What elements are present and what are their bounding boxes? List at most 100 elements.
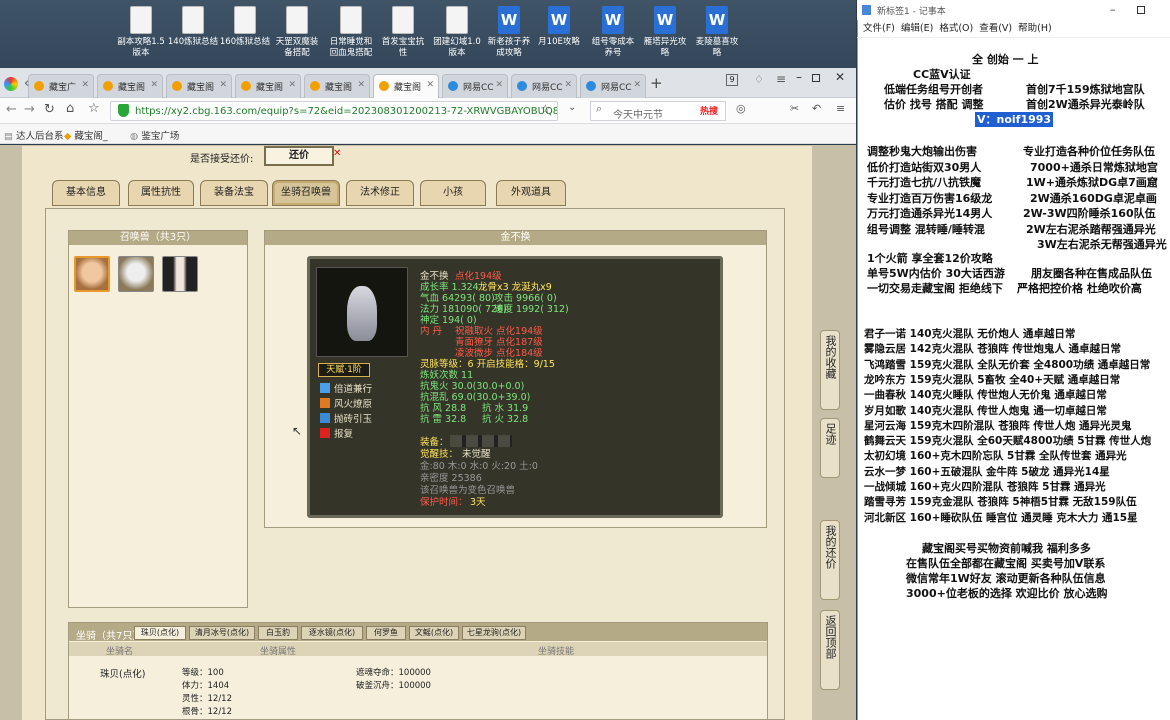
tab-close-icon[interactable]: ✕ [288,80,296,90]
close-x-icon: ✕ [333,148,342,159]
tab-close-icon[interactable]: ✕ [564,80,572,90]
browser-tab[interactable]: 藏宝阁 ✕ [304,74,370,98]
notepad-menu-item[interactable]: 文件(F) [863,23,895,34]
my-bargains-button[interactable]: 我的还价 [820,520,840,600]
tab-2[interactable]: 装备法宝 [200,180,268,206]
forward-button-icon[interactable]: → [24,102,35,117]
browser-tab[interactable]: 网易CC ✕ [580,74,646,98]
shirt-icon[interactable]: ♢ [754,73,764,86]
browser-tab[interactable]: 网易CC ✕ [442,74,508,98]
star-icon[interactable]: ☆ [88,101,100,116]
desktop-icon[interactable]: W 新老孩子养 成攻略 [482,6,536,59]
browser-tab[interactable]: 藏宝阁 ✕ [166,74,232,98]
tab-close-icon[interactable]: ✕ [633,80,641,90]
notepad-minimize[interactable]: – [1110,3,1116,16]
desktop-icon[interactable]: W 月10E攻略 [532,6,586,48]
mount-tab[interactable]: 清月冰号(点化) [189,626,255,640]
bargain-button[interactable]: 还价 [264,146,334,166]
tab-1[interactable]: 属性抗性 [128,180,194,206]
scissors-icon[interactable]: ✂ [790,102,799,115]
pet-avatar-2[interactable] [118,256,154,292]
dropdown-chevron-icon[interactable]: ⌄ [568,102,576,113]
notepad-line: 太初幻境 160+克木四阶忘队 5甘霖 全队传世套 通异光 [864,450,1127,463]
minimize-button[interactable]: – [796,70,802,84]
browser-tab[interactable]: 网易CC ✕ [511,74,577,98]
resist-water: 抗 水 31.9 [482,403,529,414]
back-to-top-button[interactable]: 返回顶部 [820,610,840,690]
tab-close-icon[interactable]: ✕ [150,80,158,90]
cbg-tab-icon [310,81,320,91]
resist-ghostfire: 抗鬼火 30.0(30.0+0.0) [420,381,525,392]
tab-6[interactable]: 外观道具 [496,180,566,206]
mount-tab[interactable]: 珠贝(点化) [134,626,186,640]
skill-item[interactable]: 倍道兼行 [320,381,372,395]
reload-icon[interactable]: ↻ [44,102,55,117]
new-tab-button[interactable]: + [650,74,663,92]
pet-avatar-3[interactable] [162,256,198,292]
tab-5[interactable]: 小孩 [420,180,486,206]
browser-tab[interactable]: 藏宝广 ✕ [28,74,94,98]
skill-item[interactable]: 抛砖引玉 [320,411,372,425]
menu-icon[interactable]: ≡ [776,72,786,86]
desktop-icon[interactable]: 160炼狱总结 [218,6,272,48]
maximize-button[interactable] [812,74,820,82]
desktop-icon[interactable]: W 雁塔异光攻 略 [638,6,692,59]
skill-item[interactable]: 风火燎原 [320,396,372,410]
desktop-icon-label: 新老孩子养 成攻略 [487,37,531,58]
desktop-icon[interactable]: 140炼狱总结 [166,6,220,48]
skill-icon [320,398,330,408]
tab-close-icon[interactable]: ✕ [357,80,365,90]
desktop-icon[interactable]: W 麦陵墓喜攻 略 [690,6,744,59]
mount-tab[interactable]: 何罗鱼 [366,626,406,640]
mount-level: 等级：100 [182,668,224,678]
tab-close-icon[interactable]: ✕ [495,80,503,90]
back-button-icon[interactable]: ← [6,102,17,117]
notepad-maximize[interactable] [1137,6,1145,14]
notepad-menu-item[interactable]: 编辑(E) [901,23,933,34]
home-icon[interactable]: ⌂ [66,101,74,116]
pet-avatar-1[interactable] [74,256,110,292]
notepad-line: 鹤舞云天 159克火混队 全60天赋4800功绩 5甘霖 传世人炮 [864,435,1152,448]
desktop-icon[interactable]: 日常睡觉和 回血鬼搭配 [324,6,378,59]
train-count: 炼妖次数 11 [420,370,474,381]
notepad-menu-item[interactable]: 查看(V) [979,23,1012,34]
desktop-icon[interactable]: 副本攻略1.5 版本 [114,6,168,59]
close-button[interactable]: ✕ [835,70,845,84]
notepad-menu-item[interactable]: 帮助(H) [1018,23,1052,34]
tab-close-icon[interactable]: ✕ [426,80,434,90]
undo-icon[interactable]: ↶ [812,102,821,115]
bookmark-star-icon[interactable]: ☆ [540,102,551,116]
tab-count-badge[interactable]: 9 [726,74,738,86]
mount-tab[interactable]: 逐水镜(点化) [301,626,363,640]
browser-tab[interactable]: 藏宝阁 ✕ [235,74,301,98]
hot-search-badge[interactable]: 热搜 [700,104,718,117]
browser-logo-icon[interactable] [4,77,18,91]
mount-tab[interactable]: 白玉豹 [258,626,298,640]
tab-0[interactable]: 基本信息 [52,180,120,206]
document-icon [234,6,256,34]
mount-tab[interactable]: 七星龙驹(点化) [462,626,526,640]
tab-3[interactable]: 坐骑召唤兽 [272,180,340,206]
extension-icon[interactable]: ◎ [736,102,746,115]
browser-tab[interactable]: 藏宝阁 ✕ [373,74,439,98]
my-favorites-button[interactable]: 我的收藏 [820,330,840,410]
bookmark-item-3[interactable]: ◍ 鉴宝广场 [130,128,179,142]
address-bar[interactable]: https://xy2.cbg.163.com/equip?s=72&eid=2… [110,101,558,121]
desktop-icon[interactable]: 天罡双魔装 备搭配 [270,6,324,59]
more-menu-icon[interactable]: ≡ [836,102,845,115]
notepad-line: 微信常年1W好友 滚动更新各种队伍信息 [906,572,1106,585]
mount-tab[interactable]: 文鳐(点化) [409,626,459,640]
desktop-icon[interactable]: 团建幻域1.0 版本 [430,6,484,59]
tab-close-icon[interactable]: ✕ [219,80,227,90]
footprints-button[interactable]: 足迹 [820,418,840,478]
browser-tab[interactable]: 藏宝阁 ✕ [97,74,163,98]
bookmark-item-1[interactable]: ▤ 达人后台系 [4,128,64,142]
skill-item[interactable]: 报复 [320,426,353,440]
search-icon[interactable]: ⌕ [596,102,602,116]
tab-close-icon[interactable]: ✕ [81,80,89,90]
bookmark-item-2[interactable]: ◆ 藏宝阁_ [64,128,108,142]
desktop-icon[interactable]: W 组号零成本 养号 [586,6,640,59]
notepad-menu-item[interactable]: 格式(O) [939,23,973,34]
desktop-icon[interactable]: 首发宝宝抗 性 [376,6,430,59]
tab-4[interactable]: 法术修正 [346,180,414,206]
